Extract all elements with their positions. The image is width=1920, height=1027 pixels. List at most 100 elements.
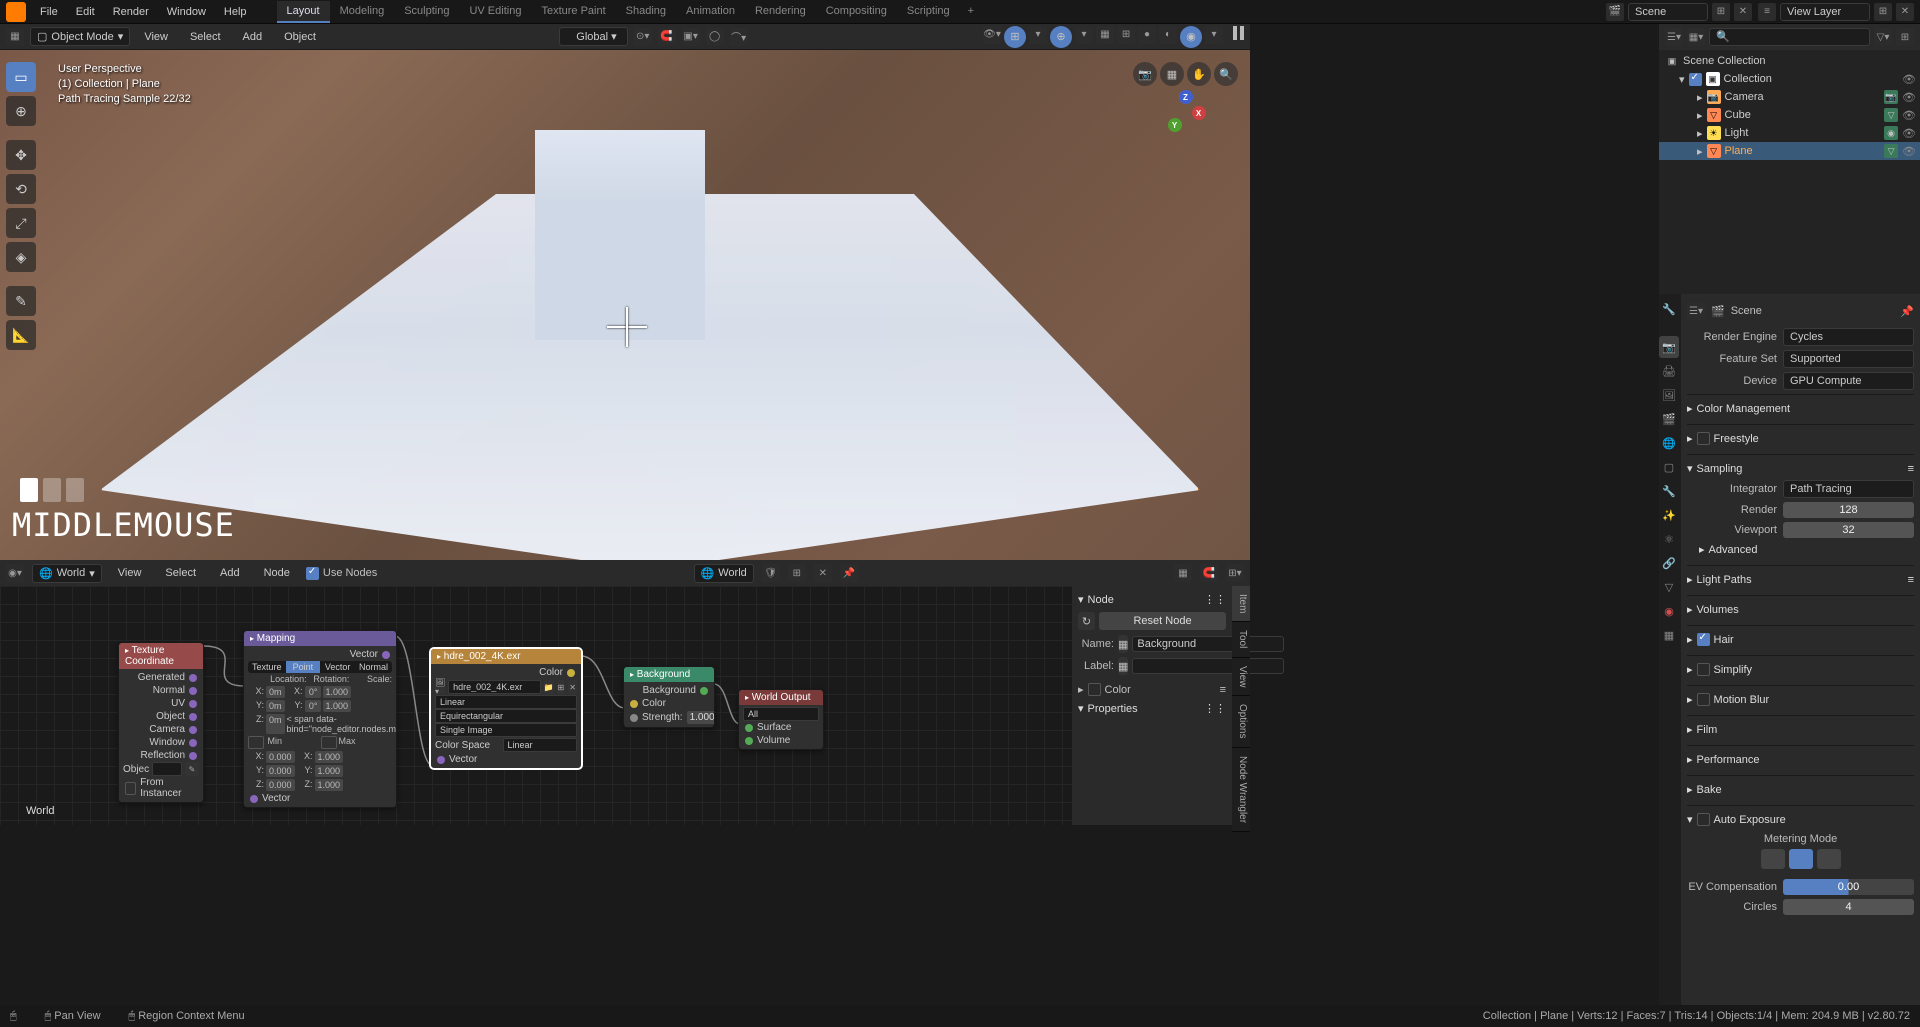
node-name-input[interactable] (1132, 636, 1284, 652)
metering-mode-buttons[interactable] (1687, 849, 1914, 869)
circles-input[interactable]: 4 (1783, 899, 1914, 915)
tab-texture-paint[interactable]: Texture Paint (531, 1, 615, 23)
section-bake[interactable]: ▸ Bake (1687, 780, 1914, 799)
outliner-mode-icon[interactable]: ▦▾ (1687, 28, 1705, 46)
section-performance[interactable]: ▸ Performance (1687, 750, 1914, 769)
tab-sculpting[interactable]: Sculpting (394, 1, 459, 23)
scene-browse-icon[interactable]: 🎬 (1606, 3, 1624, 21)
node-label-input[interactable] (1132, 658, 1284, 674)
outliner-item-light[interactable]: ▸☀Light◉👁 (1659, 124, 1920, 142)
unlink-world-icon[interactable]: ✕ (814, 564, 832, 582)
integrator-select[interactable]: Path Tracing (1783, 480, 1914, 498)
fake-user-icon[interactable]: 🛡 (762, 564, 780, 582)
rot-x-input[interactable]: 0° (305, 686, 321, 698)
xray-icon[interactable]: ▦ (1096, 26, 1114, 44)
section-freestyle[interactable]: ▸ Freestyle (1687, 429, 1914, 448)
outliner-search-input[interactable] (1709, 28, 1870, 46)
render-engine-select[interactable]: Cycles (1783, 328, 1914, 346)
colorspace-select[interactable]: Linear (503, 738, 578, 752)
use-nodes-checkbox[interactable]: Use Nodes (306, 567, 377, 580)
tab-layout[interactable]: Layout (277, 1, 330, 23)
mesh-data-icon[interactable]: ▽ (1884, 144, 1898, 158)
tab-modeling[interactable]: Modeling (330, 1, 395, 23)
ptab-view-layer[interactable]: 🖼 (1659, 384, 1679, 406)
visibility-icon[interactable]: 👁 (1902, 91, 1916, 104)
menu-window[interactable]: Window (159, 3, 214, 21)
section-node[interactable]: ▾ Node⋮⋮ (1078, 590, 1226, 609)
scene-name-input[interactable] (1628, 3, 1708, 21)
proportional-falloff-icon[interactable]: ⌒▾ (730, 28, 748, 46)
viewport-samples-input[interactable]: 32 (1783, 522, 1914, 538)
shader-type-select[interactable]: 🌐 World ▾ (32, 564, 102, 583)
reset-icon[interactable]: ↻ (1078, 612, 1095, 630)
backdrop-icon[interactable]: ▦ (1174, 564, 1192, 582)
tool-measure[interactable]: 📐 (6, 320, 36, 350)
target-select[interactable]: All (743, 707, 819, 721)
ptab-scene[interactable]: 🎬 (1659, 408, 1679, 430)
render-pause-icon[interactable] (1233, 26, 1244, 48)
add-workspace-button[interactable]: + (960, 1, 982, 23)
tool-transform[interactable]: ◈ (6, 242, 36, 272)
image-source-select[interactable]: Single Image (435, 723, 577, 737)
editor-type-icon[interactable]: ▦ (6, 28, 24, 46)
section-film[interactable]: ▸ Film (1687, 720, 1914, 739)
view-layer-selector[interactable]: ≡ ⊞ ✕ (1758, 3, 1914, 21)
viewport-menu-select[interactable]: Select (182, 28, 229, 46)
light-data-icon[interactable]: ◉ (1884, 126, 1898, 140)
ptab-render[interactable]: 📷 (1659, 336, 1679, 358)
visibility-icon[interactable]: 👁 (1902, 73, 1916, 86)
freestyle-checkbox[interactable] (1697, 432, 1710, 445)
tab-animation[interactable]: Animation (676, 1, 745, 23)
node-environment-texture[interactable]: ▸ hdre_002_4K.exr Color 🖼▾ 📁 ⊞ ✕ Linear … (430, 648, 582, 769)
scene-selector[interactable]: 🎬 ⊞ ✕ (1606, 3, 1752, 21)
axis-gizmo[interactable]: X Y Z (1162, 90, 1210, 138)
list-icon[interactable]: ≡ (1220, 684, 1226, 696)
side-tab-tool[interactable]: Tool (1232, 622, 1250, 657)
outliner-collection[interactable]: ▾▣Collection👁 (1659, 70, 1920, 88)
outliner-item-camera[interactable]: ▸📷Camera📷👁 (1659, 88, 1920, 106)
side-tab-options[interactable]: Options (1232, 696, 1250, 747)
proportional-edit-icon[interactable]: ◯ (706, 28, 724, 46)
from-instancer-checkbox[interactable] (125, 782, 136, 795)
loc-x-input[interactable]: 0m (266, 686, 285, 698)
menu-render[interactable]: Render (105, 3, 157, 21)
hair-checkbox[interactable] (1697, 633, 1710, 646)
snap-node-icon[interactable]: 🧲 (1200, 564, 1218, 582)
menu-edit[interactable]: Edit (68, 3, 103, 21)
max-checkbox[interactable] (321, 736, 337, 749)
shade-lookdev-icon[interactable]: ◐ (1159, 26, 1177, 44)
section-sampling[interactable]: ▾ Sampling≡ (1687, 459, 1914, 478)
zoom-icon[interactable]: 🔍 (1214, 62, 1238, 86)
interpolation-select[interactable]: Linear (435, 695, 577, 709)
viewport-menu-object[interactable]: Object (276, 28, 324, 46)
node-menu-view[interactable]: View (110, 564, 150, 582)
snap-toggle-icon[interactable]: 🧲 (658, 28, 676, 46)
scene-new-icon[interactable]: ⊞ (1712, 3, 1730, 21)
shade-solid-icon[interactable]: ● (1138, 26, 1156, 44)
node-graph-canvas[interactable]: ▸ Texture Coordinate Generated Normal UV… (0, 586, 1250, 825)
list-icon[interactable]: ≡ (1908, 574, 1914, 586)
pivot-icon[interactable]: ⊙▾ (634, 28, 652, 46)
outliner-type-icon[interactable]: ☰▾ (1665, 28, 1683, 46)
viewport-menu-view[interactable]: View (136, 28, 176, 46)
image-file-input[interactable] (448, 680, 540, 694)
metering-spot-button[interactable] (1817, 849, 1841, 869)
lattice-icon[interactable]: ▦ (1160, 62, 1184, 86)
node-world-output[interactable]: ▸ World Output All Surface Volume (738, 689, 824, 750)
tab-shading[interactable]: Shading (616, 1, 676, 23)
section-light-paths[interactable]: ▸ Light Paths≡ (1687, 570, 1914, 589)
axis-x-icon[interactable]: X (1192, 106, 1206, 120)
snap-menu-icon[interactable]: ▣▾ (682, 28, 700, 46)
auto-exposure-checkbox[interactable] (1697, 813, 1710, 826)
section-volumes[interactable]: ▸ Volumes (1687, 600, 1914, 619)
feature-set-select[interactable]: Supported (1783, 350, 1914, 368)
node-background[interactable]: ▸ Background Background Color Strength:1… (623, 666, 715, 728)
tool-cursor[interactable]: ⊕ (6, 96, 36, 126)
node-menu-select[interactable]: Select (157, 564, 204, 582)
tool-select-box[interactable]: ▭ (6, 62, 36, 92)
camera-data-icon[interactable]: 📷 (1884, 90, 1898, 104)
mapping-type-tabs[interactable]: Texture Point Vector Normal (248, 661, 392, 673)
shade-rendered-icon[interactable]: ◉ (1180, 26, 1202, 48)
list-icon[interactable]: ≡ (1908, 463, 1914, 475)
outliner-scene-collection[interactable]: ▣Scene Collection (1659, 52, 1920, 70)
